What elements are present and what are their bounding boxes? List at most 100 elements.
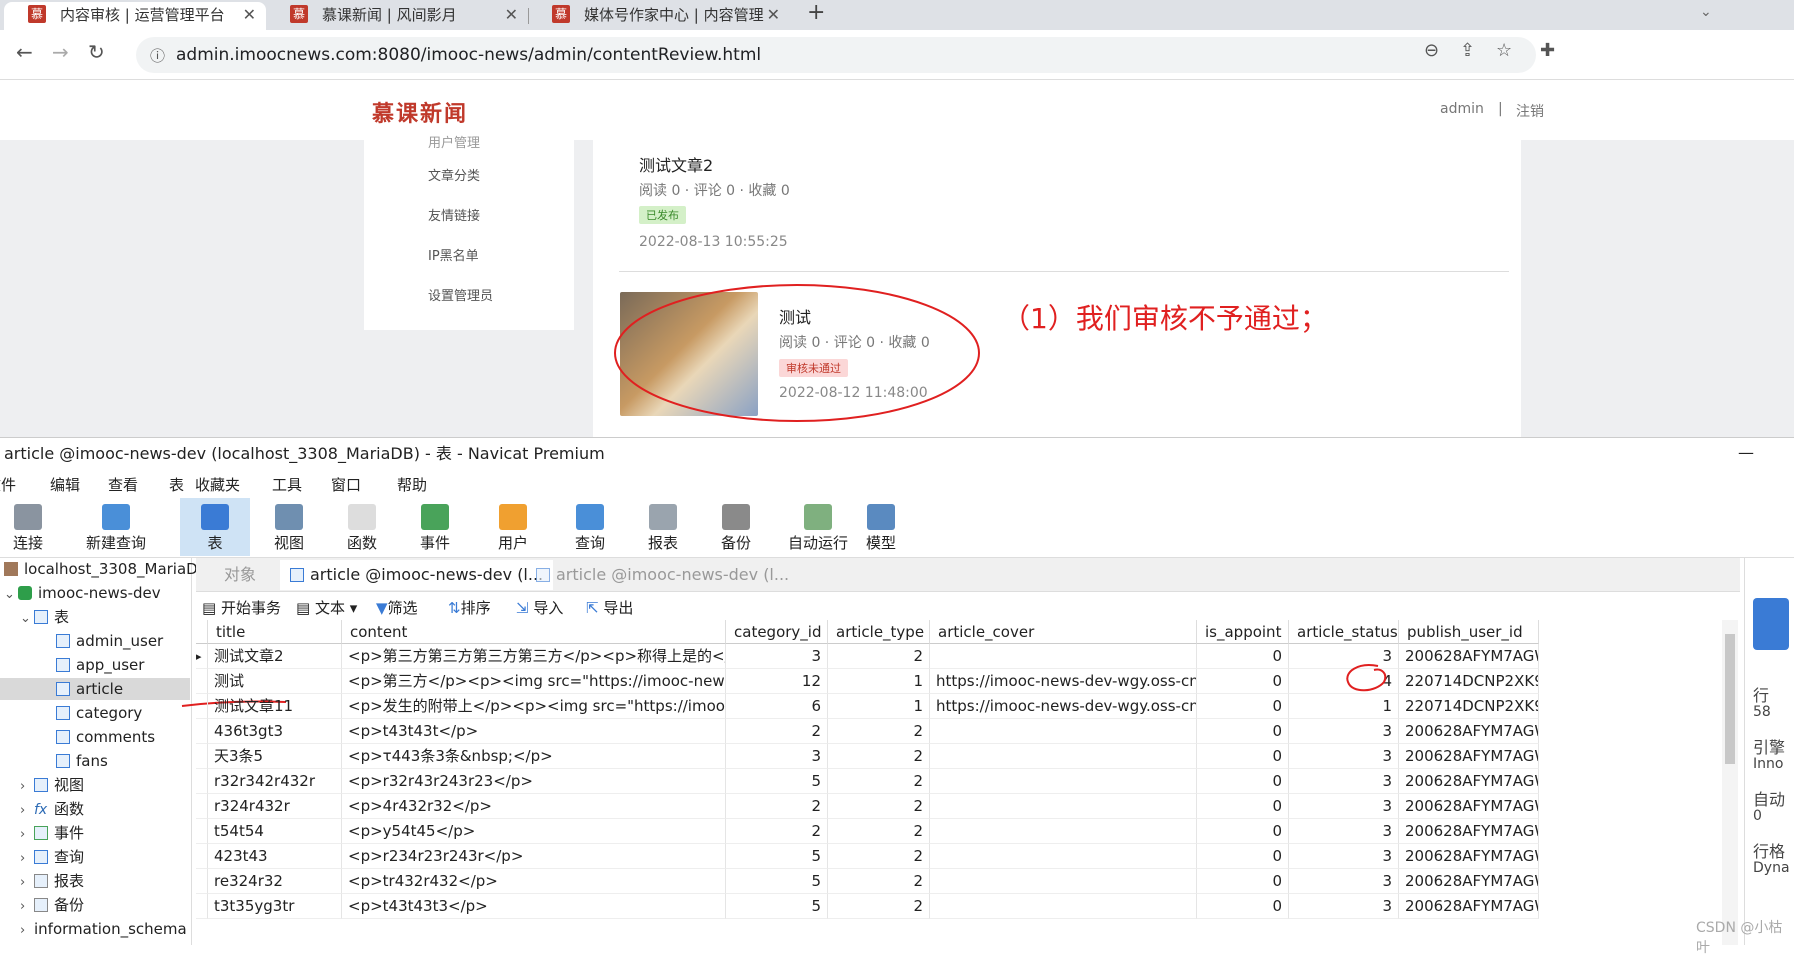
- grid-cell[interactable]: 436t3gt3: [208, 719, 342, 744]
- table-button[interactable]: 表: [180, 498, 250, 556]
- grid-cell[interactable]: [930, 894, 1197, 919]
- grid-cell[interactable]: 5: [726, 894, 828, 919]
- grid-cell[interactable]: 200628AFYM7AGWF: [1399, 869, 1539, 894]
- tree-functions-group[interactable]: › fx 函数: [20, 798, 84, 820]
- tree-information-schema[interactable]: › information_schema: [20, 918, 187, 940]
- grid-cell[interactable]: 200628AFYM7AGWF: [1399, 719, 1539, 744]
- tree-views-group[interactable]: › 视图: [20, 774, 84, 796]
- grid-cell[interactable]: 200628AFYM7AGWF: [1399, 894, 1539, 919]
- grid-cell[interactable]: <p>τ443条3条&nbsp;</p>: [342, 744, 726, 769]
- grid-cell[interactable]: 1: [828, 694, 930, 719]
- tab-article-2[interactable]: article @imooc-news-dev (l...: [526, 560, 799, 590]
- browser-tab-writer-center[interactable]: 慕 媒体号作家中心 | 内容管理 ✕: [528, 2, 790, 30]
- close-tab-icon[interactable]: ✕: [767, 2, 780, 28]
- grid-cell[interactable]: <p>发生的附带上</p><p><img src="https://imooc-…: [342, 694, 726, 719]
- site-info-icon[interactable]: ⓘ: [150, 45, 165, 66]
- vertical-scrollbar[interactable]: [1722, 620, 1738, 945]
- grid-cell[interactable]: 0: [1197, 894, 1289, 919]
- grid-cell[interactable]: <p>第三方第三方第三方第三方</p><p>称得上是的</p>: [342, 644, 726, 669]
- grid-cell[interactable]: 0: [1197, 644, 1289, 669]
- grid-cell[interactable]: 2: [828, 644, 930, 669]
- column-header[interactable]: is_appoint: [1197, 620, 1289, 644]
- column-header[interactable]: content: [342, 620, 726, 644]
- sort-button[interactable]: ⇅排序: [448, 597, 491, 618]
- grid-cell[interactable]: [930, 844, 1197, 869]
- filter-button[interactable]: ▼筛选: [376, 597, 418, 618]
- grid-cell[interactable]: https://imooc-news-dev-wgy.oss-cn-shan: [930, 694, 1197, 719]
- grid-cell[interactable]: 0: [1197, 769, 1289, 794]
- grid-cell[interactable]: https://imooc-news-dev-wgy.oss-cn-shan: [930, 669, 1197, 694]
- grid-cell[interactable]: 2: [828, 894, 930, 919]
- close-tab-icon[interactable]: ✕: [243, 2, 256, 28]
- menu-tools[interactable]: 工具: [272, 474, 302, 495]
- grid-cell[interactable]: 220714DCNP2XK9G: [1399, 694, 1539, 719]
- chevron-right-icon[interactable]: ›: [20, 800, 34, 822]
- tree-table-app-user[interactable]: app_user: [56, 654, 144, 676]
- tree-table-comments[interactable]: comments: [56, 726, 155, 748]
- grid-cell[interactable]: 2: [828, 744, 930, 769]
- grid-cell[interactable]: <p>tr432r432</p>: [342, 869, 726, 894]
- grid-cell[interactable]: 2: [828, 819, 930, 844]
- chevron-right-icon[interactable]: ›: [20, 920, 34, 942]
- view-button[interactable]: 视图: [254, 498, 324, 556]
- grid-cell[interactable]: 3: [1289, 819, 1399, 844]
- grid-cell[interactable]: 0: [1197, 869, 1289, 894]
- browser-tab-content-review[interactable]: 慕 内容审核 | 运营管理平台 ✕: [4, 2, 266, 30]
- grid-cell[interactable]: <p>t43t43t</p>: [342, 719, 726, 744]
- grid-cell[interactable]: 测试文章11: [208, 694, 342, 719]
- grid-cell[interactable]: 3: [726, 644, 828, 669]
- menu-table[interactable]: 表: [169, 474, 184, 495]
- tree-tables-group[interactable]: ⌄ 表: [20, 606, 69, 628]
- chevron-right-icon[interactable]: ›: [20, 872, 34, 894]
- column-header[interactable]: title: [208, 620, 342, 644]
- tree-table-admin-user[interactable]: admin_user: [56, 630, 163, 652]
- grid-cell[interactable]: 0: [1197, 694, 1289, 719]
- grid-cell[interactable]: <p>y54t45</p>: [342, 819, 726, 844]
- grid-cell[interactable]: [930, 819, 1197, 844]
- row-marker[interactable]: [196, 844, 208, 869]
- row-marker[interactable]: [196, 669, 208, 694]
- menu-item-ip-blacklist[interactable]: IP黑名单: [428, 245, 479, 264]
- model-button[interactable]: 模型: [846, 498, 916, 556]
- minimize-icon[interactable]: —: [1738, 438, 1754, 468]
- row-marker[interactable]: [196, 719, 208, 744]
- close-tab-icon[interactable]: ✕: [505, 2, 518, 28]
- grid-cell[interactable]: 0: [1197, 794, 1289, 819]
- menu-view[interactable]: 查看: [108, 474, 138, 495]
- tab-search-chevron-icon[interactable]: ⌄: [1700, 4, 1712, 20]
- grid-cell[interactable]: 220714DCNP2XK9G: [1399, 669, 1539, 694]
- grid-cell[interactable]: 200628AFYM7AGWF: [1399, 744, 1539, 769]
- tree-events-group[interactable]: › 事件: [20, 822, 84, 844]
- grid-cell[interactable]: 测试文章2: [208, 644, 342, 669]
- extensions-icon[interactable]: ✚: [1540, 40, 1555, 61]
- back-arrow-icon[interactable]: ←: [16, 40, 33, 64]
- grid-cell[interactable]: 0: [1197, 669, 1289, 694]
- row-marker[interactable]: [196, 894, 208, 919]
- grid-cell[interactable]: 0: [1197, 844, 1289, 869]
- grid-cell[interactable]: 12: [726, 669, 828, 694]
- tree-database[interactable]: ⌄ imooc-news-dev: [4, 582, 161, 604]
- tree-reports-group[interactable]: › 报表: [20, 870, 84, 892]
- backup-button[interactable]: 备份: [701, 498, 771, 556]
- column-header[interactable]: article_type: [828, 620, 930, 644]
- grid-cell[interactable]: t54t54: [208, 819, 342, 844]
- grid-cell[interactable]: 1: [828, 669, 930, 694]
- menu-item-set-admin[interactable]: 设置管理员: [428, 285, 493, 304]
- grid-cell[interactable]: r32r342r432r: [208, 769, 342, 794]
- grid-cell[interactable]: 6: [726, 694, 828, 719]
- forward-arrow-icon[interactable]: →: [52, 40, 69, 64]
- grid-cell[interactable]: 200628AFYM7AGWF: [1399, 819, 1539, 844]
- grid-cell[interactable]: 2: [726, 794, 828, 819]
- grid-cell[interactable]: 2: [828, 869, 930, 894]
- begin-transaction-button[interactable]: ▤ 开始事务: [202, 597, 281, 618]
- grid-cell[interactable]: <p>第三方</p><p><img src="https://imooc-new…: [342, 669, 726, 694]
- text-button[interactable]: ▤ 文本 ▾: [296, 597, 357, 618]
- grid-cell[interactable]: [930, 794, 1197, 819]
- column-header[interactable]: publish_user_id: [1399, 620, 1539, 644]
- grid-cell[interactable]: 2: [828, 719, 930, 744]
- grid-cell[interactable]: 5: [726, 869, 828, 894]
- grid-cell[interactable]: t3t35yg3tr: [208, 894, 342, 919]
- grid-cell[interactable]: [930, 869, 1197, 894]
- menu-item-friend-links[interactable]: 友情链接: [428, 205, 480, 224]
- grid-cell[interactable]: 0: [1197, 744, 1289, 769]
